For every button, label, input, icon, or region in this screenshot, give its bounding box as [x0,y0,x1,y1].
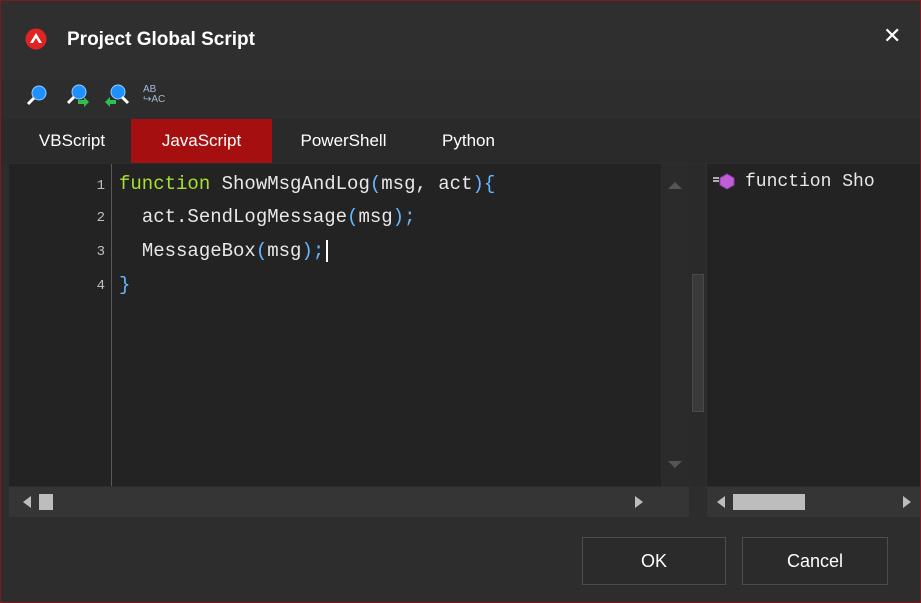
title-bar[interactable]: Project Global Script ✕ [1,1,920,79]
window-title: Project Global Script [67,29,255,50]
pane-splitter[interactable] [689,164,705,486]
call-name: act.SendLogMessage [141,206,348,228]
find-previous-icon[interactable] [103,81,131,109]
outline-item[interactable]: function Sho [713,172,875,192]
scroll-up-icon[interactable] [668,182,682,189]
language-tabs: VBScript JavaScript PowerShell Python [1,119,920,163]
code-line-1: function ShowMsgAndLog(msg, act){ [119,173,495,195]
line-number: 3 [96,244,105,260]
code-line-3: MessageBox(msg); [119,240,329,263]
function-name: ShowMsgAndLog [210,173,370,195]
tab-powershell[interactable]: PowerShell [272,119,415,163]
replace-icon-bottom-text: ↪AC [143,94,166,105]
find-icon[interactable] [23,81,51,109]
script-dialog: Project Global Script ✕ AB ↪AC VBScript … [0,0,921,603]
scroll-down-icon[interactable] [668,461,682,468]
splitter-grip[interactable] [692,274,704,412]
dialog-footer: OK Cancel [1,517,920,602]
scroll-right-icon[interactable] [903,496,911,508]
keyword: function [119,173,211,195]
call-args: msg [358,206,393,228]
code-line-4: } [119,274,131,296]
find-next-icon[interactable] [63,81,91,109]
open-paren: ( [255,240,268,263]
app-logo-icon [25,28,47,50]
tab-python[interactable]: Python [415,119,522,163]
close-icon[interactable]: ✕ [883,23,901,49]
replace-icon[interactable]: AB ↪AC [143,81,171,109]
line-number: 1 [96,178,105,194]
vertical-scrollbar[interactable] [661,164,689,486]
cancel-button[interactable]: Cancel [742,537,888,585]
text-cursor [326,240,329,262]
ok-button[interactable]: OK [582,537,726,585]
outline-pane: function Sho [707,164,920,486]
scroll-right-icon[interactable] [635,496,643,508]
call-args: msg [267,240,302,263]
editor-horizontal-scrollbar[interactable] [9,487,689,517]
call-name: MessageBox [141,240,256,263]
line-number: 2 [96,210,105,226]
line-number: 4 [96,278,105,294]
code-editor[interactable]: 1 2 3 4 function ShowMsgAndLog(msg, act)… [9,164,689,486]
function-args: msg, act [381,173,473,195]
tab-vbscript[interactable]: VBScript [13,119,131,163]
toolbar: AB ↪AC [23,81,171,109]
scroll-thumb[interactable] [733,494,805,510]
outline-item-label: function Sho [745,172,875,192]
line-number-gutter: 1 2 3 4 [9,164,112,486]
code-line-2: act.SendLogMessage(msg); [119,206,416,228]
scroll-left-icon[interactable] [23,496,31,508]
function-icon [713,173,735,190]
scroll-left-icon[interactable] [717,496,725,508]
scroll-thumb[interactable] [39,494,53,510]
open-paren: ( [369,173,382,195]
close-paren: ); [301,240,325,263]
outline-horizontal-scrollbar[interactable] [707,487,920,517]
close-brace: ){ [472,173,496,195]
tab-javascript[interactable]: JavaScript [131,119,272,163]
close-paren: ); [392,206,416,228]
open-paren: ( [347,206,359,228]
